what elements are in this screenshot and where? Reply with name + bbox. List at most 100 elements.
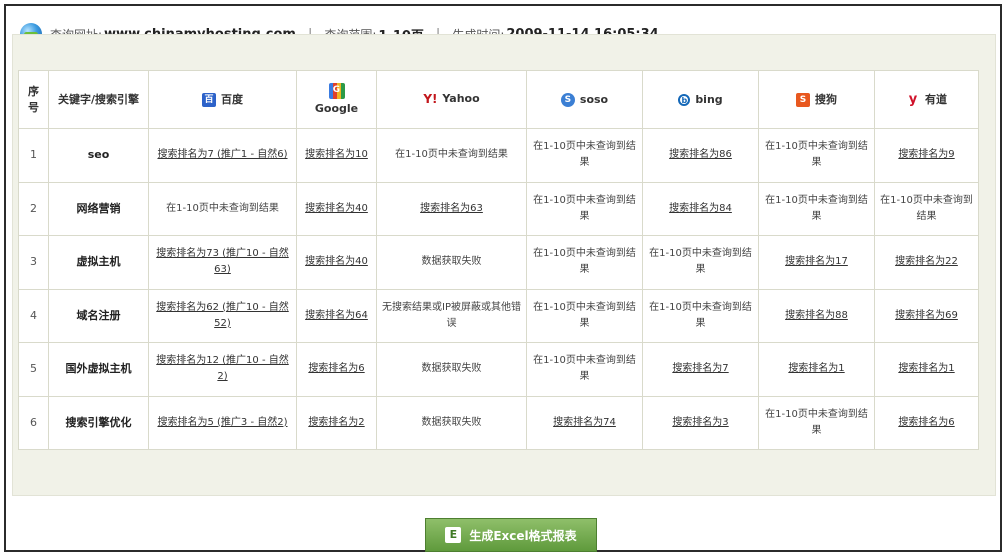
rank-cell: 在1-10页中未查询到结果	[758, 181, 875, 236]
rank-cell: 无搜索结果或IP被屏蔽或其他错误	[376, 288, 527, 343]
rank-link[interactable]: 搜索排名为1	[788, 363, 844, 374]
rank-link[interactable]: 搜索排名为40	[305, 203, 368, 214]
rank-link[interactable]: 搜索排名为88	[785, 310, 848, 321]
rank-cell: 在1-10页中未查询到结果	[526, 288, 643, 343]
yahoo-icon: Y!	[423, 92, 438, 106]
rank-link[interactable]: 搜索排名为69	[895, 310, 958, 321]
table-row: 6 搜索引擎优化 搜索排名为5 (推广3 - 自然2) 搜索排名为2 数据获取失败 搜索排…	[18, 395, 979, 450]
rank-link[interactable]: 搜索排名为5 (推广3 - 自然2)	[157, 417, 287, 428]
rank-link[interactable]: 搜索排名为2	[308, 417, 364, 428]
rank-status-text: 无搜索结果或IP被屏蔽或其他错误	[382, 301, 521, 329]
rank-status-text: 在1-10页中未查询到结果	[765, 141, 868, 169]
rank-cell: 在1-10页中未查询到结果	[642, 235, 759, 290]
rank-status-text: 数据获取失败	[421, 416, 482, 428]
table-row: 5 国外虚拟主机 搜索排名为12 (推广10 - 自然2) 搜索排名为6 数据获取失败 在…	[18, 342, 979, 397]
rank-cell: 搜索排名为88	[758, 288, 875, 343]
rank-cell: 搜索排名为7	[642, 342, 759, 397]
rank-link[interactable]: 搜索排名为10	[305, 149, 368, 160]
rank-link[interactable]: 搜索排名为62 (推广10 - 自然52)	[156, 302, 289, 329]
rank-status-text: 数据获取失败	[421, 256, 482, 268]
engine-name: Google	[314, 101, 359, 115]
rank-link[interactable]: 搜索排名为86	[669, 149, 732, 160]
sogou-icon: S	[796, 93, 810, 107]
col-engine-sogou-header: S 搜狗	[758, 70, 875, 129]
bing-icon: b	[678, 93, 691, 106]
table-row: 4 域名注册 搜索排名为62 (推广10 - 自然52) 搜索排名为64 无搜索结果或I…	[18, 288, 979, 343]
rank-link[interactable]: 搜索排名为40	[305, 256, 368, 267]
row-keyword: 国外虚拟主机	[48, 342, 149, 397]
google-icon: G	[328, 82, 345, 99]
rank-status-text: 在1-10页中未查询到结果	[533, 141, 636, 169]
col-engine-google-header: G Google	[296, 70, 377, 129]
rank-status-text: 在1-10页中未查询到结果	[533, 248, 636, 276]
row-keyword: 虚拟主机	[48, 235, 149, 290]
col-keyword-header: 关键字/搜索引擎	[48, 70, 149, 129]
rank-link[interactable]: 搜索排名为12 (推广10 - 自然2)	[156, 355, 289, 382]
rank-cell: 在1-10页中未查询到结果	[642, 288, 759, 343]
engine-label: 百百度	[202, 92, 243, 108]
col-engine-soso-header: Ssoso	[526, 70, 643, 129]
rank-link[interactable]: 搜索排名为17	[785, 256, 848, 267]
rank-cell: 搜索排名为84	[642, 181, 759, 236]
row-index: 6	[18, 395, 49, 450]
ranking-table: 序号 关键字/搜索引擎 百百度 G Google Y! Yahoo Ssoso b bing S…	[18, 70, 979, 450]
row-keyword: seo	[48, 128, 149, 183]
rank-link[interactable]: 搜索排名为64	[305, 310, 368, 321]
rank-cell: 搜索排名为9	[874, 128, 979, 183]
excel-icon: E	[445, 527, 462, 543]
engine-label: Y! Yahoo	[423, 91, 479, 107]
table-row: 2 网络营销 在1-10页中未查询到结果 搜索排名为40 搜索排名为63 在1-10页中未…	[18, 181, 979, 236]
engine-name: 有道	[925, 92, 947, 106]
rank-cell: 在1-10页中未查询到结果	[376, 128, 527, 183]
rank-link[interactable]: 搜索排名为73 (推广10 - 自然63)	[156, 248, 289, 275]
rank-link[interactable]: 搜索排名为22	[895, 256, 958, 267]
row-index: 2	[18, 181, 49, 236]
rank-cell: 搜索排名为12 (推广10 - 自然2)	[148, 342, 297, 397]
rank-cell: 在1-10页中未查询到结果	[526, 342, 643, 397]
rank-link[interactable]: 搜索排名为3	[672, 417, 728, 428]
row-index: 4	[18, 288, 49, 343]
engine-label: Ssoso	[560, 92, 609, 108]
rank-cell: 搜索排名为3	[642, 395, 759, 450]
rank-cell: 在1-10页中未查询到结果	[526, 181, 643, 236]
rank-link[interactable]: 搜索排名为74	[553, 417, 616, 428]
rank-status-text: 在1-10页中未查询到结果	[166, 202, 279, 214]
table-header-row: 序号 关键字/搜索引擎 百百度 G Google Y! Yahoo Ssoso b bing S…	[18, 70, 979, 129]
export-excel-button[interactable]: E 生成Excel格式报表	[425, 518, 597, 552]
engine-name: Yahoo	[442, 92, 480, 105]
rank-link[interactable]: 搜索排名为7 (推广1 - 自然6)	[157, 149, 287, 160]
rank-cell: 搜索排名为1	[874, 342, 979, 397]
col-engine-youdao-header: y 有道	[874, 70, 979, 129]
rank-cell: 搜索排名为74	[526, 395, 643, 450]
rank-cell: 搜索排名为73 (推广10 - 自然63)	[148, 235, 297, 290]
rank-cell: 在1-10页中未查询到结果	[526, 235, 643, 290]
rank-link[interactable]: 搜索排名为84	[669, 203, 732, 214]
engine-name: 百度	[221, 93, 243, 106]
rank-link[interactable]: 搜索排名为6	[308, 363, 364, 374]
rank-cell: 搜索排名为40	[296, 235, 377, 290]
rank-cell: 搜索排名为86	[642, 128, 759, 183]
rank-cell: 搜索排名为17	[758, 235, 875, 290]
col-index-header: 序号	[18, 70, 49, 129]
row-keyword: 域名注册	[48, 288, 149, 343]
engine-label: b bing	[678, 92, 723, 108]
col-engine-baidu-header: 百百度	[148, 70, 297, 129]
col-engine-bing-header: b bing	[642, 70, 759, 129]
rank-status-text: 在1-10页中未查询到结果	[533, 301, 636, 329]
rank-status-text: 在1-10页中未查询到结果	[765, 194, 868, 222]
rank-status-text: 数据获取失败	[421, 363, 482, 375]
rank-link[interactable]: 搜索排名为63	[420, 203, 483, 214]
rank-link[interactable]: 搜索排名为6	[898, 417, 954, 428]
rank-link[interactable]: 搜索排名为1	[898, 363, 954, 374]
table-row: 1 seo 搜索排名为7 (推广1 - 自然6) 搜索排名为10 在1-10页中未查询到…	[18, 128, 979, 183]
engine-label: S 搜狗	[796, 92, 837, 108]
rank-link[interactable]: 搜索排名为9	[898, 149, 954, 160]
rank-status-text: 在1-10页中未查询到结果	[649, 248, 752, 276]
rank-link[interactable]: 搜索排名为7	[672, 363, 728, 374]
export-excel-label: 生成Excel格式报表	[469, 528, 577, 543]
rank-status-text: 在1-10页中未查询到结果	[395, 149, 508, 161]
rank-cell: 搜索排名为2	[296, 395, 377, 450]
rank-cell: 数据获取失败	[376, 342, 527, 397]
engine-name: soso	[579, 93, 609, 106]
row-keyword: 网络营销	[48, 181, 149, 236]
